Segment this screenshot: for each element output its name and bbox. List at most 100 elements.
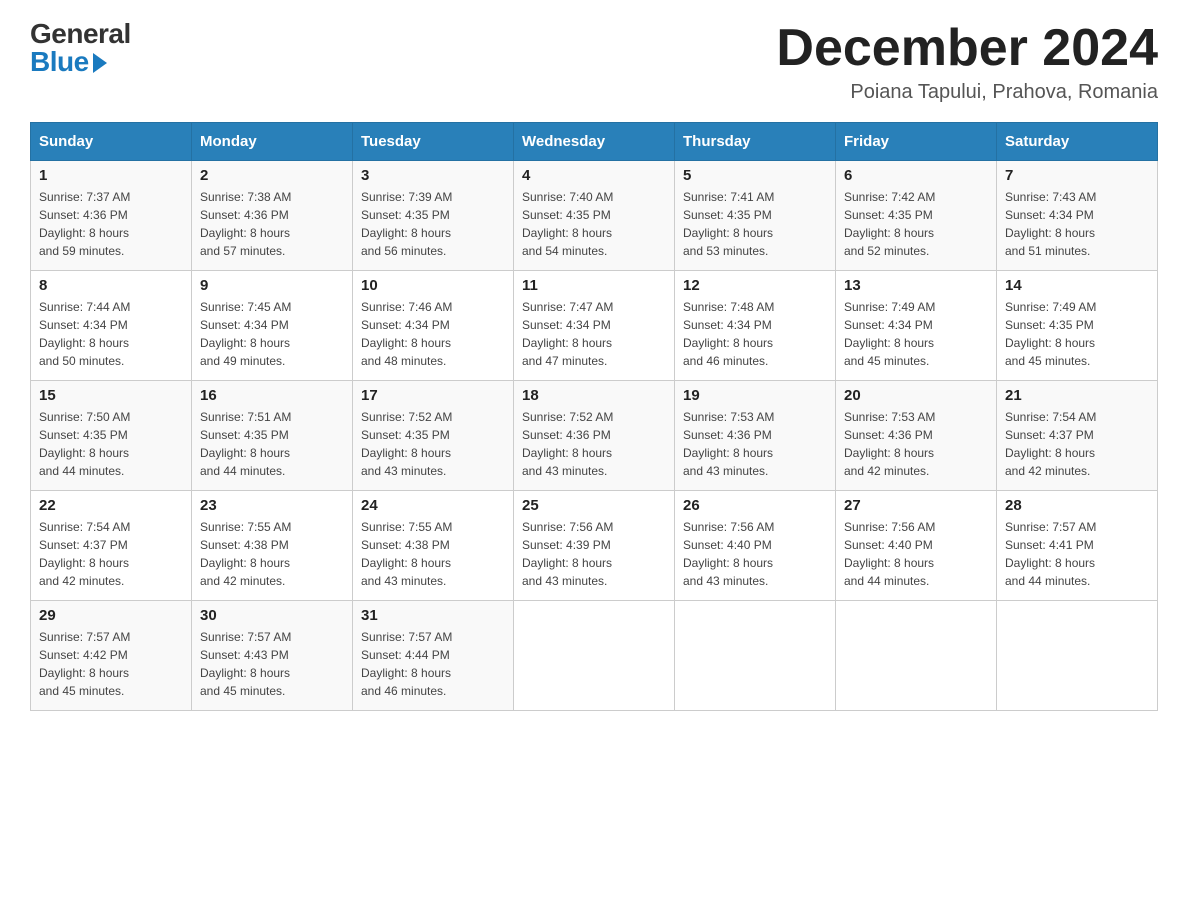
day-number: 14 [1005,277,1149,294]
day-info: Sunrise: 7:44 AM Sunset: 4:34 PM Dayligh… [39,298,183,370]
calendar-cell: 10 Sunrise: 7:46 AM Sunset: 4:34 PM Dayl… [353,271,514,381]
title-section: December 2024 Poiana Tapului, Prahova, R… [776,20,1158,104]
calendar-cell: 27 Sunrise: 7:56 AM Sunset: 4:40 PM Dayl… [836,491,997,601]
day-number: 3 [361,167,505,184]
day-number: 13 [844,277,988,294]
day-number: 6 [844,167,988,184]
header-monday: Monday [192,123,353,161]
day-number: 17 [361,387,505,404]
header-wednesday: Wednesday [514,123,675,161]
calendar-header: Sunday Monday Tuesday Wednesday Thursday… [31,123,1158,161]
day-number: 26 [683,497,827,514]
logo: General Blue [30,20,131,76]
day-info: Sunrise: 7:56 AM Sunset: 4:40 PM Dayligh… [683,518,827,590]
day-number: 12 [683,277,827,294]
logo-general-text: General [30,20,131,48]
calendar-cell: 29 Sunrise: 7:57 AM Sunset: 4:42 PM Dayl… [31,601,192,711]
day-number: 23 [200,497,344,514]
day-number: 15 [39,387,183,404]
day-info: Sunrise: 7:57 AM Sunset: 4:43 PM Dayligh… [200,628,344,700]
calendar-cell: 6 Sunrise: 7:42 AM Sunset: 4:35 PM Dayli… [836,161,997,271]
calendar-cell: 3 Sunrise: 7:39 AM Sunset: 4:35 PM Dayli… [353,161,514,271]
day-info: Sunrise: 7:56 AM Sunset: 4:40 PM Dayligh… [844,518,988,590]
calendar-body: 1 Sunrise: 7:37 AM Sunset: 4:36 PM Dayli… [31,161,1158,711]
day-number: 5 [683,167,827,184]
day-info: Sunrise: 7:41 AM Sunset: 4:35 PM Dayligh… [683,188,827,260]
day-info: Sunrise: 7:37 AM Sunset: 4:36 PM Dayligh… [39,188,183,260]
week-row-2: 8 Sunrise: 7:44 AM Sunset: 4:34 PM Dayli… [31,271,1158,381]
day-info: Sunrise: 7:49 AM Sunset: 4:35 PM Dayligh… [1005,298,1149,370]
day-number: 19 [683,387,827,404]
day-info: Sunrise: 7:38 AM Sunset: 4:36 PM Dayligh… [200,188,344,260]
day-info: Sunrise: 7:50 AM Sunset: 4:35 PM Dayligh… [39,408,183,480]
calendar-cell: 7 Sunrise: 7:43 AM Sunset: 4:34 PM Dayli… [997,161,1158,271]
header-tuesday: Tuesday [353,123,514,161]
day-info: Sunrise: 7:55 AM Sunset: 4:38 PM Dayligh… [361,518,505,590]
header-friday: Friday [836,123,997,161]
day-info: Sunrise: 7:53 AM Sunset: 4:36 PM Dayligh… [683,408,827,480]
location-subtitle: Poiana Tapului, Prahova, Romania [776,81,1158,104]
day-number: 11 [522,277,666,294]
day-number: 31 [361,607,505,624]
logo-blue-text: Blue [30,48,107,76]
calendar-cell: 23 Sunrise: 7:55 AM Sunset: 4:38 PM Dayl… [192,491,353,601]
calendar-cell: 9 Sunrise: 7:45 AM Sunset: 4:34 PM Dayli… [192,271,353,381]
day-info: Sunrise: 7:45 AM Sunset: 4:34 PM Dayligh… [200,298,344,370]
calendar-table: Sunday Monday Tuesday Wednesday Thursday… [30,122,1158,711]
day-info: Sunrise: 7:52 AM Sunset: 4:35 PM Dayligh… [361,408,505,480]
day-info: Sunrise: 7:54 AM Sunset: 4:37 PM Dayligh… [1005,408,1149,480]
calendar-cell [675,601,836,711]
day-info: Sunrise: 7:57 AM Sunset: 4:41 PM Dayligh… [1005,518,1149,590]
day-number: 20 [844,387,988,404]
day-info: Sunrise: 7:57 AM Sunset: 4:44 PM Dayligh… [361,628,505,700]
calendar-cell: 17 Sunrise: 7:52 AM Sunset: 4:35 PM Dayl… [353,381,514,491]
day-number: 27 [844,497,988,514]
calendar-cell: 20 Sunrise: 7:53 AM Sunset: 4:36 PM Dayl… [836,381,997,491]
calendar-cell: 24 Sunrise: 7:55 AM Sunset: 4:38 PM Dayl… [353,491,514,601]
day-info: Sunrise: 7:55 AM Sunset: 4:38 PM Dayligh… [200,518,344,590]
day-info: Sunrise: 7:39 AM Sunset: 4:35 PM Dayligh… [361,188,505,260]
calendar-cell: 11 Sunrise: 7:47 AM Sunset: 4:34 PM Dayl… [514,271,675,381]
day-number: 28 [1005,497,1149,514]
calendar-cell: 16 Sunrise: 7:51 AM Sunset: 4:35 PM Dayl… [192,381,353,491]
calendar-cell [836,601,997,711]
day-info: Sunrise: 7:46 AM Sunset: 4:34 PM Dayligh… [361,298,505,370]
day-info: Sunrise: 7:54 AM Sunset: 4:37 PM Dayligh… [39,518,183,590]
header-thursday: Thursday [675,123,836,161]
header-row: Sunday Monday Tuesday Wednesday Thursday… [31,123,1158,161]
calendar-cell: 19 Sunrise: 7:53 AM Sunset: 4:36 PM Dayl… [675,381,836,491]
week-row-1: 1 Sunrise: 7:37 AM Sunset: 4:36 PM Dayli… [31,161,1158,271]
calendar-cell: 15 Sunrise: 7:50 AM Sunset: 4:35 PM Dayl… [31,381,192,491]
week-row-4: 22 Sunrise: 7:54 AM Sunset: 4:37 PM Dayl… [31,491,1158,601]
day-info: Sunrise: 7:57 AM Sunset: 4:42 PM Dayligh… [39,628,183,700]
day-number: 29 [39,607,183,624]
day-number: 22 [39,497,183,514]
month-title: December 2024 [776,20,1158,77]
calendar-cell: 31 Sunrise: 7:57 AM Sunset: 4:44 PM Dayl… [353,601,514,711]
page-header: General Blue December 2024 Poiana Tapulu… [30,20,1158,104]
calendar-cell: 22 Sunrise: 7:54 AM Sunset: 4:37 PM Dayl… [31,491,192,601]
day-number: 2 [200,167,344,184]
calendar-cell: 21 Sunrise: 7:54 AM Sunset: 4:37 PM Dayl… [997,381,1158,491]
day-number: 1 [39,167,183,184]
day-info: Sunrise: 7:42 AM Sunset: 4:35 PM Dayligh… [844,188,988,260]
calendar-cell: 4 Sunrise: 7:40 AM Sunset: 4:35 PM Dayli… [514,161,675,271]
calendar-cell: 14 Sunrise: 7:49 AM Sunset: 4:35 PM Dayl… [997,271,1158,381]
calendar-cell [514,601,675,711]
day-info: Sunrise: 7:53 AM Sunset: 4:36 PM Dayligh… [844,408,988,480]
day-number: 4 [522,167,666,184]
day-number: 30 [200,607,344,624]
day-info: Sunrise: 7:47 AM Sunset: 4:34 PM Dayligh… [522,298,666,370]
day-number: 8 [39,277,183,294]
day-number: 18 [522,387,666,404]
calendar-cell: 8 Sunrise: 7:44 AM Sunset: 4:34 PM Dayli… [31,271,192,381]
day-number: 16 [200,387,344,404]
day-number: 24 [361,497,505,514]
logo-triangle-icon [93,53,107,73]
day-number: 9 [200,277,344,294]
day-number: 25 [522,497,666,514]
calendar-cell: 25 Sunrise: 7:56 AM Sunset: 4:39 PM Dayl… [514,491,675,601]
header-saturday: Saturday [997,123,1158,161]
day-info: Sunrise: 7:43 AM Sunset: 4:34 PM Dayligh… [1005,188,1149,260]
calendar-cell [997,601,1158,711]
